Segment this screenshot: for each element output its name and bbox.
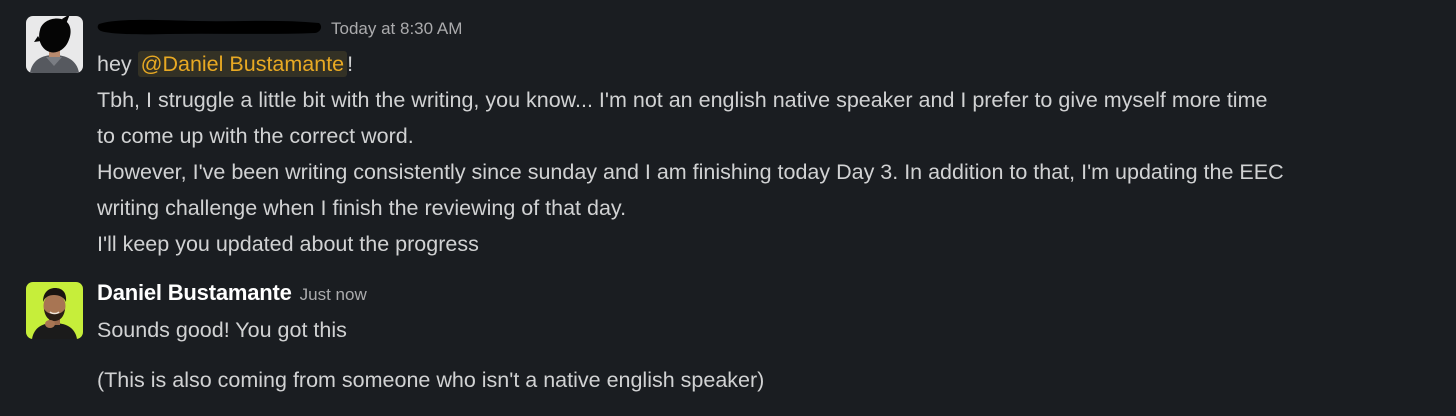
message-line: to come up with the correct word. xyxy=(97,124,414,148)
message-line: I'll keep you updated about the progress xyxy=(97,232,479,256)
user-mention[interactable]: @Daniel Bustamante xyxy=(137,51,348,77)
message-line: writing challenge when I finish the revi… xyxy=(97,196,627,220)
avatar-redacted-user[interactable] xyxy=(26,16,83,73)
message-1-header: Today at 8:30 AM xyxy=(97,14,1436,44)
message-1-body: Today at 8:30 AM hey @Daniel Bustamante!… xyxy=(97,14,1436,262)
avatar-daniel-bustamante[interactable] xyxy=(26,282,83,339)
message-line: Sounds good! You got this xyxy=(97,318,347,342)
redacted-sender-name[interactable] xyxy=(97,16,323,36)
message-timestamp[interactable]: Today at 8:30 AM xyxy=(331,19,462,39)
message-2-header: Daniel Bustamante Just now xyxy=(97,280,1436,310)
sender-name[interactable]: Daniel Bustamante xyxy=(97,280,292,306)
message-line: (This is also coming from someone who is… xyxy=(97,368,765,392)
message-timestamp[interactable]: Just now xyxy=(300,285,367,305)
message-line: Tbh, I struggle a little bit with the wr… xyxy=(97,88,1268,112)
greeting-punctuation: ! xyxy=(347,52,354,76)
message-line: However, I've been writing consistently … xyxy=(97,160,1284,184)
greeting-text: hey xyxy=(97,52,138,76)
message-2-body: Daniel Bustamante Just now Sounds good! … xyxy=(97,280,1436,398)
message-greeting-line: hey @Daniel Bustamante! xyxy=(97,46,1436,82)
